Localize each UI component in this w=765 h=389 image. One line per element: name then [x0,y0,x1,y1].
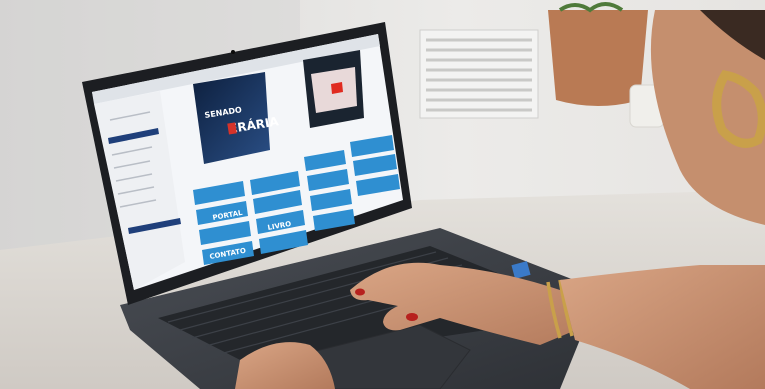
photo: SENADO ERÁRIA PORTAL LIVRO CONTATO [0,0,765,389]
webcam [231,50,235,54]
photo-scene: SENADO ERÁRIA PORTAL LIVRO CONTATO [0,0,765,389]
nail [355,288,365,296]
video1-accent [227,122,237,135]
nail [406,313,418,321]
wall-vent [419,29,539,119]
video-thumbnail-2[interactable] [303,50,364,128]
play-icon[interactable] [331,82,343,94]
